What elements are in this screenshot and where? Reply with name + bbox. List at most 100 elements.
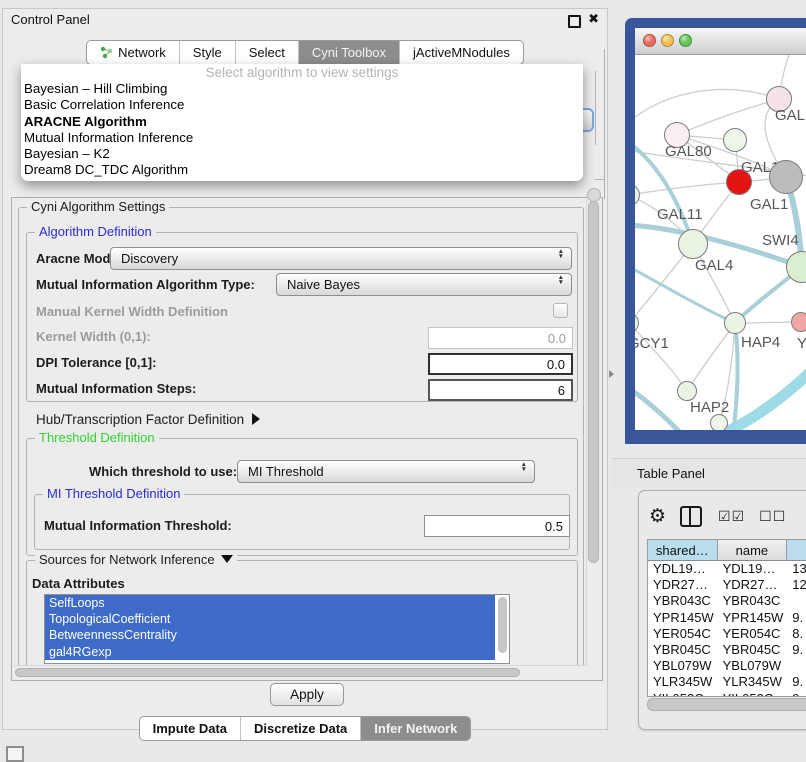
dpi-tolerance-input[interactable] [428,353,573,375]
table-row[interactable]: YBR043CYBR043C [648,593,806,609]
algorithm-option-bayesian-hill-climbing[interactable]: Bayesian – Hill Climbing [21,81,583,97]
mi-threshold-input[interactable] [424,515,570,537]
panel-splitter-handle[interactable] [609,370,614,378]
select-all-checkboxes-icon[interactable]: ☑☑ [718,508,745,525]
table-cell: YBR043C [718,593,788,609]
tab-discretize-data[interactable]: Discretize Data [240,717,360,740]
column-header-shared-name[interactable]: shared… [648,540,718,561]
tab-label: Select [249,41,285,64]
network-canvas[interactable]: GALGAL80GAL10GAL1GAL11SWI4GAL4GCY1HAP4YH… [635,55,806,430]
table-cell: YPR145W [718,610,788,626]
attribute-item-gal4rgexp[interactable]: gal4RGexp [45,644,495,660]
tab-label: Network [118,41,166,64]
hub-definition-expander[interactable]: Hub/Transcription Factor Definition [36,412,260,427]
dpi-tolerance-label: DPI Tolerance [0,1]: [36,355,156,370]
tab-select[interactable]: Select [235,41,298,64]
table-row[interactable]: YBR045CYBR045C9. [648,642,806,658]
mac-close-button[interactable] [643,34,656,47]
scrollbar-thumb[interactable] [15,668,520,677]
network-node-gal10[interactable] [723,128,747,152]
mi-steps-input[interactable] [428,379,573,401]
column-header-partial[interactable] [787,540,806,561]
table-cell: YDL19… [718,561,788,577]
mi-type-label: Mutual Information Algorithm Type: [36,277,255,292]
mac-minimize-button[interactable] [661,34,674,47]
aracne-mode-select[interactable]: Discovery ▲▼ [110,247,572,270]
table-cell [787,593,806,609]
network-node-y[interactable] [791,312,806,332]
node-label-gal11: GAL11 [657,206,703,223]
minimized-panel-icon[interactable] [6,746,24,762]
columns-icon[interactable] [680,506,702,527]
node-label-gcy1: GCY1 [635,335,669,352]
tab-jactivemnodules[interactable]: jActiveMNodules [399,41,523,64]
table-header-row: shared… name [648,540,806,561]
control-panel-title: Control Panel [11,12,90,27]
column-header-name[interactable]: name [718,540,788,561]
algorithm-option-basic-correlation-inference[interactable]: Basic Correlation Inference [21,97,583,113]
table-cell: YBL079W [648,658,718,674]
tab-label: Infer Network [374,717,457,740]
settings-vertical-scrollbar[interactable] [586,199,601,667]
table-cell: YIL052C [718,691,788,698]
mi-threshold-label: Mutual Information Threshold: [44,518,232,533]
network-node-gal4[interactable] [678,229,708,259]
table-horizontal-scrollbar[interactable] [647,698,806,711]
aracne-mode-value: Discovery [121,251,178,266]
manual-kernel-label: Manual Kernel Width Definition [36,304,228,319]
algorithm-option-mutual-information-inference[interactable]: Mutual Information Inference [21,130,583,146]
table-row[interactable]: YDR27…YDR27…12 [648,577,806,593]
network-window-titlebar[interactable] [635,28,806,55]
algorithm-option-dream8-dc-tdc-algorithm[interactable]: Dream8 DC_TDC Algorithm [21,162,583,178]
algorithm-option-aracne-algorithm[interactable]: ARACNE Algorithm [21,114,583,130]
float-window-icon[interactable] [568,15,581,28]
node-label-gal4: GAL4 [695,257,733,274]
table-row[interactable]: YER054CYER054C8. [648,626,806,642]
network-node[interactable] [769,160,803,194]
network-node-hap2[interactable] [677,381,697,401]
table-cell: YLR345W [648,674,718,690]
attribute-item-selfloops[interactable]: SelfLoops [45,595,495,611]
algorithm-option-bayesian-k2[interactable]: Bayesian – K2 [21,146,583,162]
tab-impute-data[interactable]: Impute Data [140,717,240,740]
spinner-arrows-icon: ▲▼ [521,462,527,472]
spinner-arrows-icon: ▲▼ [558,249,564,259]
panel-edge-fragment [604,49,605,199]
combo-fragment [587,188,601,202]
tab-network[interactable]: Network [87,41,179,64]
attribute-item-topologicalcoefficient[interactable]: TopologicalCoefficient [45,611,495,627]
scrollbar-thumb[interactable] [588,201,599,563]
deselect-all-checkboxes-icon[interactable]: ☐☐ [759,508,786,525]
table-cell: YDR27… [648,577,718,593]
table-row[interactable]: YLR345WYLR345W9. [648,674,806,690]
algorithm-dropdown-list: Select algorithm to view settings Bayesi… [21,64,583,181]
table-body: YDL19…YDL19…13YDR27…YDR27…12YBR043CYBR04… [648,561,806,697]
table-cell [787,658,806,674]
kernel-width-input[interactable] [428,327,573,349]
groupbox-fragment [595,71,596,145]
manual-kernel-checkbox[interactable] [553,303,568,318]
network-node-hap4[interactable] [724,312,746,334]
tab-infer-network[interactable]: Infer Network [360,717,470,740]
table-row[interactable]: YDL19…YDL19…13 [648,561,806,577]
apply-button[interactable]: Apply [270,683,344,706]
close-icon[interactable]: ✖ [588,11,599,27]
table-row[interactable]: YIL052CYIL052C9 [648,691,806,698]
table-row[interactable]: YPR145WYPR145W9. [648,610,806,626]
tab-cyni-toolbox[interactable]: Cyni Toolbox [298,41,399,64]
attributes-list-scrollbar[interactable] [498,597,507,653]
algorithm-dropdown-prompt: Select algorithm to view settings [21,64,583,81]
network-node-gal1[interactable] [726,169,752,195]
tab-style[interactable]: Style [179,41,235,64]
network-view-inner: GALGAL80GAL10GAL1GAL11SWI4GAL4GCY1HAP4YH… [635,28,806,430]
table-cell: 9. [787,642,806,658]
spinner-arrows-icon: ▲▼ [558,275,564,285]
table-row[interactable]: YBL079WYBL079W [648,658,806,674]
threshold-select[interactable]: MI Threshold ▲▼ [237,460,535,483]
settings-horizontal-scrollbar[interactable] [13,665,588,679]
mac-zoom-button[interactable] [679,34,692,47]
network-node[interactable] [710,414,728,430]
attribute-item-betweennesscentrality[interactable]: BetweennessCentrality [45,627,495,643]
mi-type-select[interactable]: Naive Bayes ▲▼ [276,273,572,296]
gear-icon[interactable]: ⚙ [649,505,666,528]
